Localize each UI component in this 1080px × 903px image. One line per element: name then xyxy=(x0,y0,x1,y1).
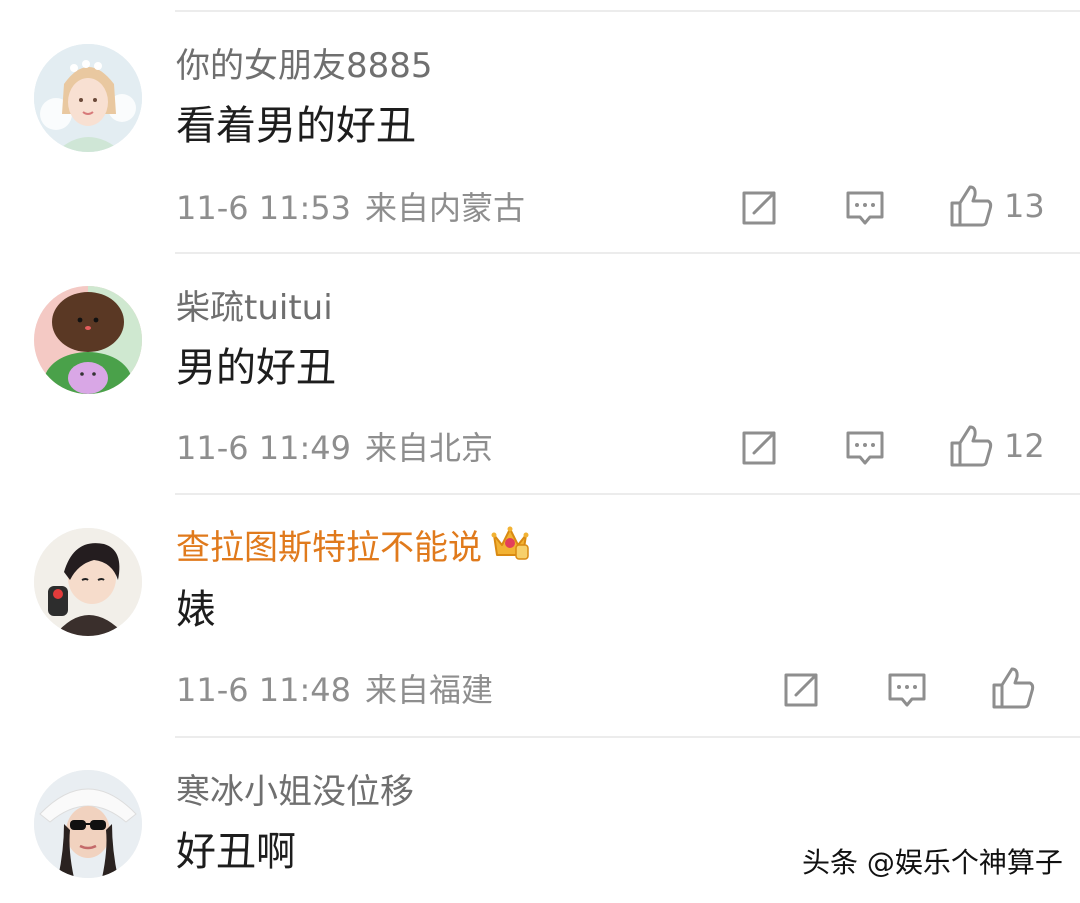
thumbs-up-icon xyxy=(950,185,993,227)
share-icon xyxy=(742,431,776,465)
divider xyxy=(175,493,1080,495)
share-button[interactable] xyxy=(738,426,780,470)
comment-username[interactable]: 查拉图斯特拉不能说 xyxy=(176,526,530,570)
vip-username-text: 查拉图斯特拉不能说 xyxy=(176,528,482,568)
comment-username[interactable]: 寒冰小姐没位移 xyxy=(176,772,414,812)
vip-crown-icon xyxy=(490,523,530,570)
avatar[interactable] xyxy=(34,44,142,152)
thumbs-up-icon xyxy=(992,667,1035,709)
share-icon xyxy=(784,673,818,707)
divider-top xyxy=(175,10,1080,12)
comment-time: 11-6 11:53 xyxy=(176,189,352,227)
share-button[interactable] xyxy=(780,668,822,712)
comment-time: 11-6 11:48 xyxy=(176,671,352,709)
comment-time: 11-6 11:49 xyxy=(176,429,352,467)
comment-icon xyxy=(846,191,884,225)
divider xyxy=(175,736,1080,738)
like-button[interactable]: 12 xyxy=(948,424,1045,468)
like-button[interactable]: 13 xyxy=(948,184,1045,228)
share-button[interactable] xyxy=(738,186,780,230)
like-count: 13 xyxy=(1004,187,1045,225)
comment-location: 来自福建 xyxy=(365,671,494,709)
comment-text: 婊 xyxy=(176,587,216,633)
watermark: 头条 @娱乐个神算子 xyxy=(802,846,1063,879)
like-button[interactable] xyxy=(990,666,1036,710)
comment-meta: 11-6 11:49 来自北京 xyxy=(176,428,493,468)
reply-button[interactable] xyxy=(844,426,886,470)
comment-text: 男的好丑 xyxy=(176,345,336,391)
comment-username[interactable]: 柴疏tuitui xyxy=(176,288,333,328)
avatar[interactable] xyxy=(34,528,142,636)
comment-location: 来自内蒙古 xyxy=(365,189,526,227)
comment-username[interactable]: 你的女朋友8885 xyxy=(176,46,433,86)
comment-location: 来自北京 xyxy=(365,429,494,467)
share-icon xyxy=(742,191,776,225)
comment-meta: 11-6 11:48 来自福建 xyxy=(176,670,493,710)
avatar[interactable] xyxy=(34,770,142,878)
divider xyxy=(175,252,1080,254)
thumbs-up-icon xyxy=(950,425,993,467)
reply-button[interactable] xyxy=(844,186,886,230)
like-count: 12 xyxy=(1004,427,1045,465)
comment-meta: 11-6 11:53 来自内蒙古 xyxy=(176,188,525,228)
comment-icon xyxy=(888,673,926,707)
reply-button[interactable] xyxy=(886,668,928,712)
comment-icon xyxy=(846,431,884,465)
comment-text: 看着男的好丑 xyxy=(176,103,416,149)
avatar[interactable] xyxy=(34,286,142,394)
comment-text: 好丑啊 xyxy=(176,829,296,875)
